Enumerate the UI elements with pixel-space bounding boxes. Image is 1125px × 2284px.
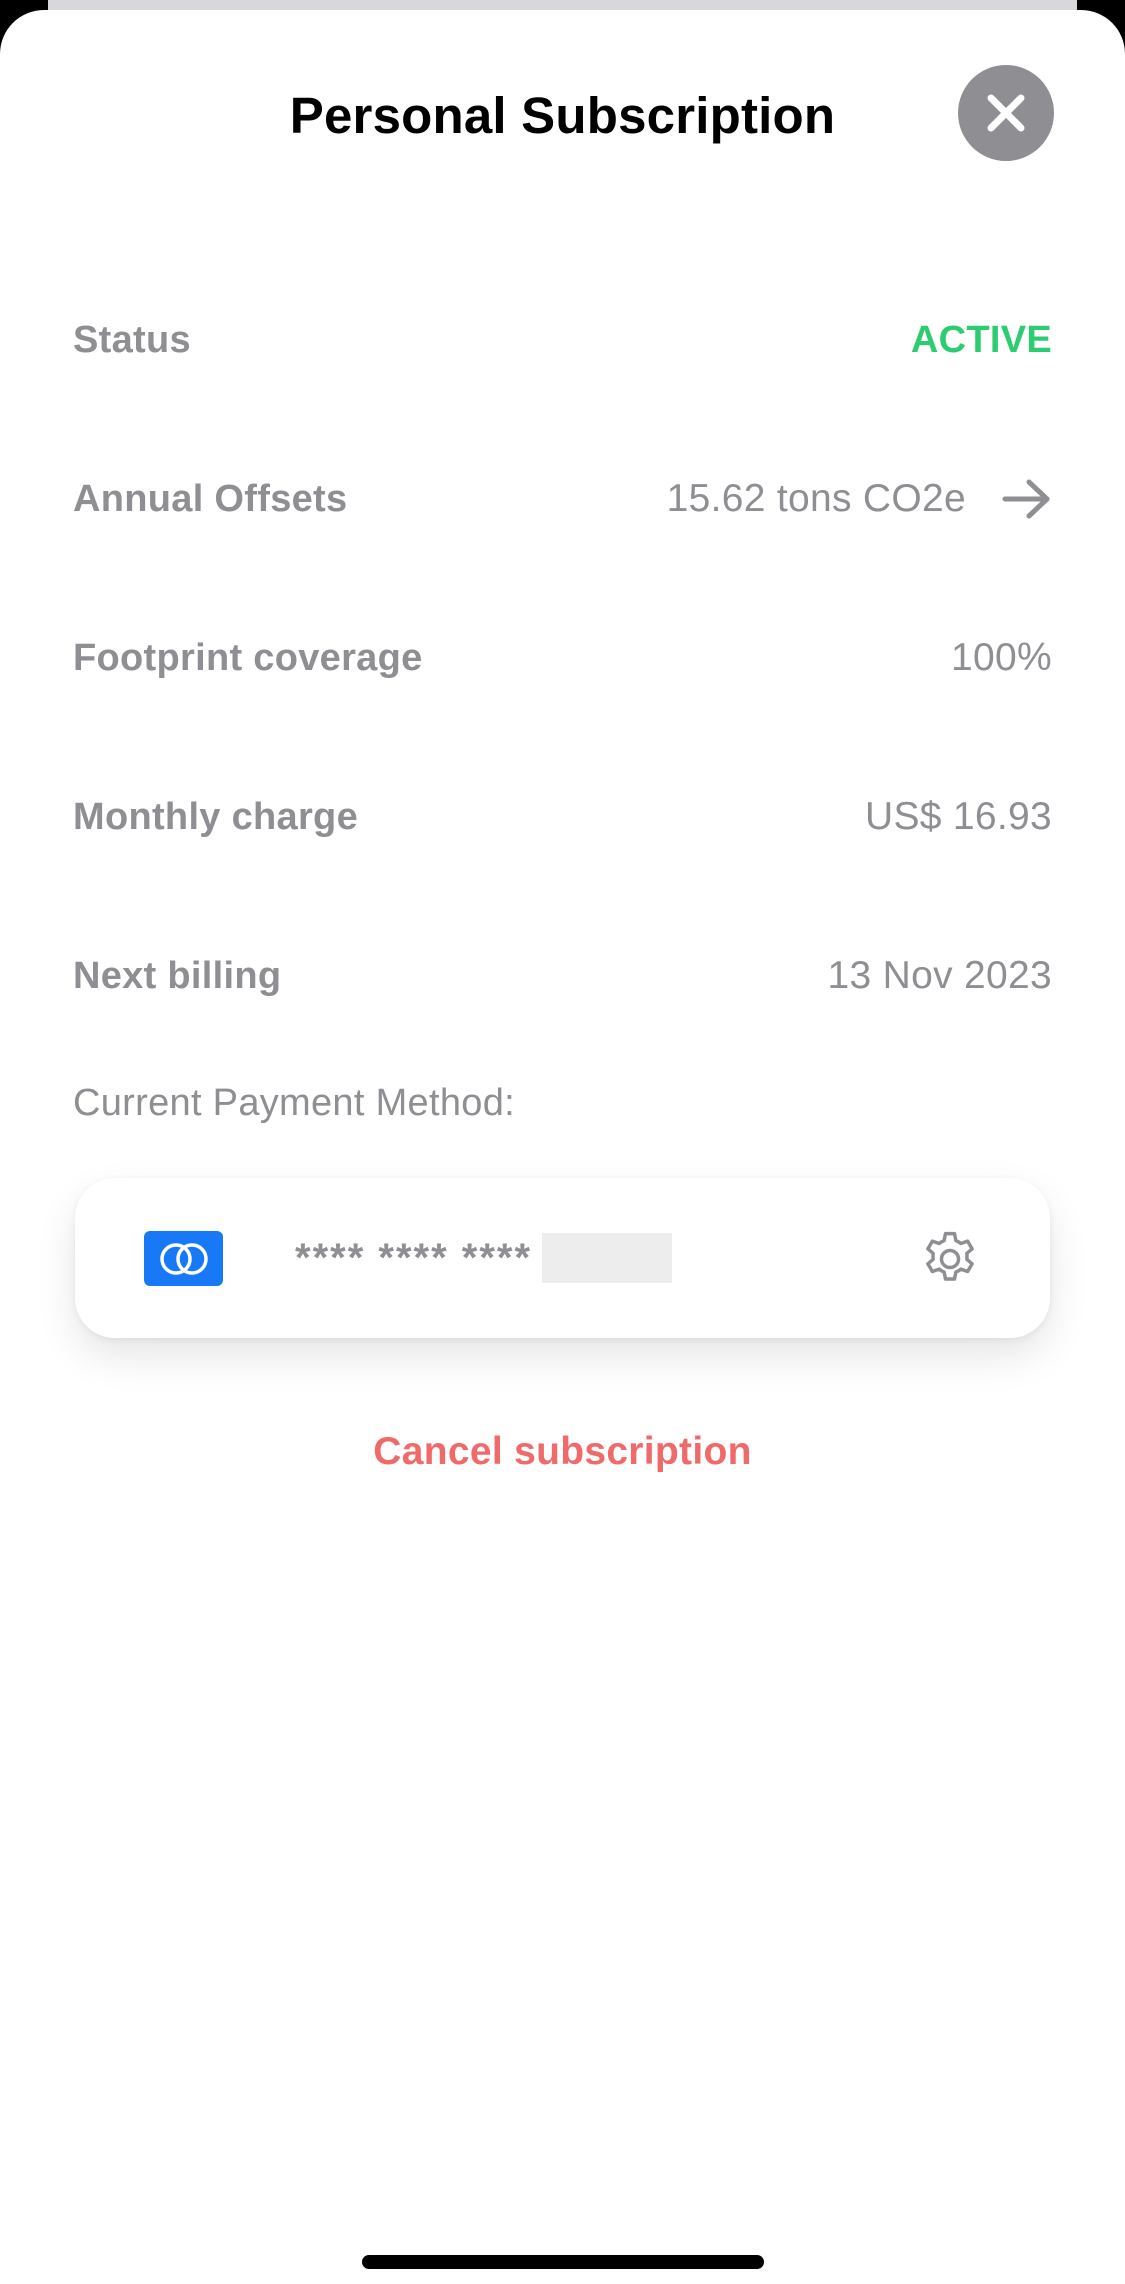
- next-billing-label: Next billing: [73, 954, 282, 997]
- status-label: Status: [73, 318, 191, 361]
- status-row: Status ACTIVE: [73, 310, 1052, 370]
- arrow-right-icon[interactable]: [1002, 478, 1052, 520]
- page-title: Personal Subscription: [289, 87, 836, 144]
- card-brand-icon: [144, 1231, 223, 1286]
- footprint-coverage-label: Footprint coverage: [73, 636, 423, 679]
- monthly-charge-row: Monthly charge US$ 16.93: [73, 787, 1052, 847]
- close-button[interactable]: [958, 65, 1054, 161]
- redacted-last-digits: [542, 1233, 673, 1283]
- next-billing-row: Next billing 13 Nov 2023: [73, 946, 1052, 1006]
- annual-offsets-value: 15.62 tons CO2e: [666, 477, 966, 520]
- footprint-coverage-value: 100%: [951, 636, 1052, 679]
- next-billing-value: 13 Nov 2023: [827, 954, 1052, 997]
- payment-method-card[interactable]: **** **** ****: [75, 1178, 1050, 1338]
- masked-card-number: **** **** ****: [295, 1228, 673, 1288]
- monthly-charge-value: US$ 16.93: [865, 795, 1052, 838]
- home-indicator: [362, 2255, 764, 2269]
- gear-icon: [926, 1231, 974, 1281]
- masked-card-digits: **** **** ****: [295, 1235, 533, 1280]
- payment-settings-button[interactable]: [918, 1227, 982, 1291]
- status-badge: ACTIVE: [910, 318, 1052, 361]
- monthly-charge-label: Monthly charge: [73, 795, 359, 838]
- close-icon: [987, 94, 1025, 132]
- annual-offsets-label: Annual Offsets: [73, 477, 348, 520]
- cancel-subscription-button[interactable]: Cancel subscription: [0, 1430, 1125, 1474]
- footprint-coverage-row: Footprint coverage 100%: [73, 628, 1052, 688]
- annual-offsets-row[interactable]: Annual Offsets 15.62 tons CO2e: [73, 469, 1052, 529]
- annual-offsets-value-group: 15.62 tons CO2e: [667, 477, 1052, 521]
- payment-method-heading: Current Payment Method:: [73, 1082, 515, 1124]
- subscription-sheet: Personal Subscription Status ACTIVE Annu…: [0, 10, 1125, 2284]
